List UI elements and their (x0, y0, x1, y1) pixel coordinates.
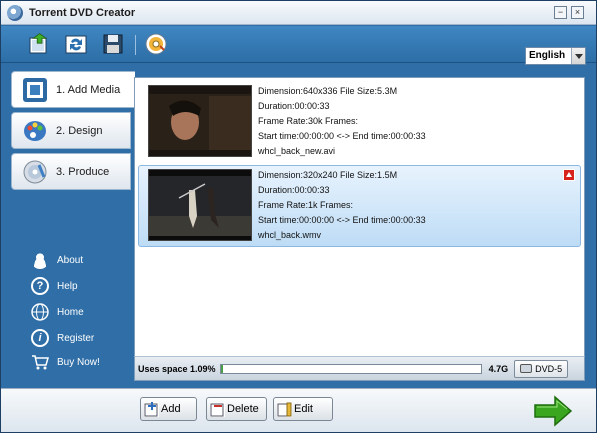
step-label: 3. Produce (56, 165, 110, 178)
media-dimension: Dimension:320x240 File Size:1.5M (258, 170, 398, 180)
disc-type-button[interactable]: DVD-5 (514, 359, 569, 378)
edit-button[interactable]: Edit (273, 397, 333, 421)
edit-label: Edit (294, 403, 313, 415)
language-select[interactable]: English (525, 47, 586, 65)
step-design[interactable]: 2. Design (11, 112, 131, 149)
delete-label: Delete (227, 403, 259, 415)
edit-pencil-icon (277, 401, 292, 417)
media-info: Dimension:640x336 File Size:5.3M Duratio… (258, 84, 426, 159)
space-usage-progress (219, 363, 482, 374)
status-bar: Uses space 1.09% 4.7G DVD-5 (134, 356, 585, 381)
delete-button[interactable]: Delete (206, 397, 267, 421)
minimize-button[interactable]: − (554, 6, 567, 19)
disc-icon (23, 160, 47, 183)
media-item-selected[interactable]: Dimension:320x240 File Size:1.5M Duratio… (138, 165, 581, 247)
language-value: English (529, 50, 566, 61)
link-home[interactable]: Home (31, 302, 131, 322)
palette-icon (24, 120, 46, 141)
info-icon: i (31, 329, 49, 347)
link-label: Register (57, 332, 95, 344)
save-icon[interactable] (101, 32, 125, 56)
media-duration: Duration:00:00:33 (258, 185, 330, 195)
add-label: Add (161, 403, 181, 415)
action-bar: Add Delete Edit (1, 388, 596, 432)
link-label: Home (57, 306, 84, 318)
refresh-icon[interactable] (64, 32, 88, 56)
globe-icon (31, 303, 49, 321)
delete-file-icon (210, 401, 225, 417)
toolbar: English (1, 26, 596, 65)
window-title: Torrent DVD Creator (29, 6, 136, 19)
link-label: About (57, 254, 84, 266)
add-button[interactable]: Add (140, 397, 197, 421)
chevron-down-icon[interactable] (571, 48, 585, 64)
media-list[interactable]: Dimension:640x336 File Size:5.3M Duratio… (134, 77, 585, 381)
media-time-range: Start time:00:00:00 <-> End time:00:00:3… (258, 131, 426, 141)
disc-type-label: DVD-5 (535, 363, 563, 374)
media-dimension: Dimension:640x336 File Size:5.3M (258, 86, 398, 96)
import-media-icon[interactable] (27, 32, 51, 56)
step-label: 1. Add Media (56, 83, 121, 96)
video-thumbnail (148, 85, 252, 157)
media-frame-rate: Frame Rate:1k Frames: (258, 200, 354, 210)
shopping-cart-icon (32, 355, 49, 370)
media-info: Dimension:320x240 File Size:1.5M Duratio… (258, 168, 426, 243)
step-label: 2. Design (56, 124, 103, 137)
media-filename: whcl_back.wmv (258, 230, 322, 240)
step-produce[interactable]: 3. Produce (11, 153, 131, 190)
link-help[interactable]: ? Help (31, 276, 131, 296)
link-label: Help (57, 280, 78, 292)
space-usage-label: Uses space 1.09% (138, 363, 216, 374)
toolbar-separator (135, 35, 136, 55)
add-file-icon (144, 401, 159, 417)
step-add-media[interactable]: 1. Add Media (11, 71, 135, 108)
link-register[interactable]: i Register (31, 328, 131, 348)
link-buy-now[interactable]: Buy Now! (31, 352, 131, 372)
close-button[interactable]: × (571, 6, 584, 19)
media-time-range: Start time:00:00:00 <-> End time:00:00:3… (258, 215, 426, 225)
next-button[interactable] (533, 395, 573, 427)
disc-capacity: 4.7G (488, 363, 509, 374)
burn-disc-icon[interactable] (144, 32, 168, 56)
media-frame-rate: Frame Rate:30k Frames: (258, 116, 359, 126)
video-thumbnail (148, 169, 252, 241)
app-logo-icon (7, 4, 23, 21)
dvd-drive-icon (520, 364, 533, 373)
media-duration: Duration:00:00:33 (258, 101, 330, 111)
user-icon (31, 251, 49, 269)
media-filename: whcl_back_new.avi (258, 146, 336, 156)
sidebar: 1. Add Media 2. Design 3. Produce About … (11, 71, 135, 381)
app-window: Torrent DVD Creator − × English 1. Add M… (0, 0, 597, 433)
arrow-right-icon (534, 395, 573, 427)
help-icon: ? (31, 277, 49, 295)
title-bar: Torrent DVD Creator − × (1, 1, 596, 25)
film-strip-icon (23, 77, 47, 102)
move-up-icon[interactable] (563, 169, 575, 181)
link-label: Buy Now! (57, 356, 100, 368)
space-usage-fill (220, 364, 224, 373)
link-about-row[interactable]: About (31, 250, 131, 270)
media-item[interactable]: Dimension:640x336 File Size:5.3M Duratio… (138, 81, 581, 163)
